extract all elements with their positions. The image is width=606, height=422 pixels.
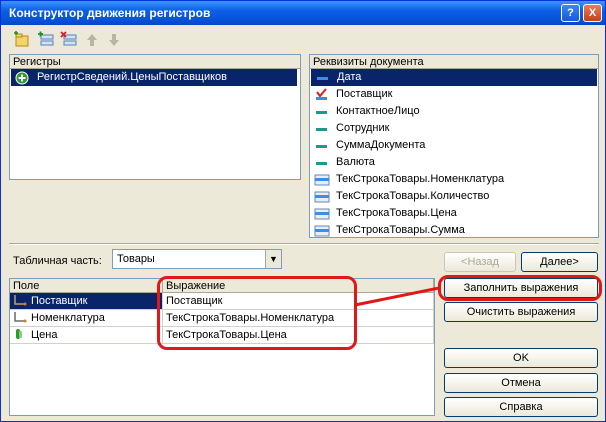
attribute-label: КонтактноеЛицо xyxy=(336,105,420,117)
chevron-down-icon[interactable]: ▼ xyxy=(265,250,281,268)
add-register-icon[interactable] xyxy=(13,31,31,49)
fill-expressions-button[interactable]: Заполнить выражения xyxy=(444,278,598,298)
table-attribute-icon xyxy=(314,224,330,238)
attribute-label: Сотрудник xyxy=(336,122,390,134)
register-movement-dialog: Конструктор движения регистров ? X Регис… xyxy=(0,0,606,422)
attribute-label: ТекСтрокаТовары.Номенклатура xyxy=(336,173,505,185)
attribute-label: ТекСтрокаТовары.Количество xyxy=(336,190,490,202)
window-title: Конструктор движения регистров xyxy=(9,6,211,20)
back-button[interactable]: <Назад xyxy=(444,252,516,272)
attribute-item[interactable]: СуммаДокумента xyxy=(310,137,598,154)
attribute-icon xyxy=(314,139,330,153)
move-down-icon[interactable] xyxy=(105,31,123,49)
attribute-icon xyxy=(314,122,330,136)
attribute-icon xyxy=(314,156,330,170)
expression-label: Поставщик xyxy=(166,295,223,307)
register-item[interactable]: РегистрСведений.ЦеныПоставщиков xyxy=(11,69,297,86)
table-attribute-icon xyxy=(314,207,330,221)
expression-label: ТекСтрокаТовары.Цена xyxy=(166,329,287,341)
table-attribute-icon xyxy=(314,190,330,204)
register-plus-icon xyxy=(15,71,31,85)
field-label: Поставщик xyxy=(31,295,88,307)
attribute-item[interactable]: ТекСтрокаТовары.Цена xyxy=(310,205,598,222)
dimension-icon xyxy=(13,294,27,306)
doc-attributes-header: Реквизиты документа xyxy=(310,55,598,69)
tabular-part-value: Товары xyxy=(117,253,155,265)
column-header-field[interactable]: Поле xyxy=(10,279,163,293)
table-attribute-icon xyxy=(314,173,330,187)
attribute-item[interactable]: КонтактноеЛицо xyxy=(310,103,598,120)
attribute-icon xyxy=(315,71,331,85)
attribute-item[interactable]: ТекСтрокаТовары.Сумма xyxy=(310,222,598,238)
attribute-label: ТекСтрокаТовары.Сумма xyxy=(336,224,465,236)
help-title-button[interactable]: ? xyxy=(561,4,580,22)
field-cell[interactable]: Номенклатура xyxy=(10,310,163,327)
expression-cell[interactable]: ТекСтрокаТовары.Номенклатура xyxy=(163,310,434,327)
attribute-item[interactable]: Поставщик xyxy=(310,86,598,103)
expression-cell[interactable]: ТекСтрокаТовары.Цена xyxy=(163,327,434,344)
tabular-part-label: Табличная часть: xyxy=(13,255,102,267)
dimension-icon xyxy=(13,311,27,323)
doc-attributes-panel: Реквизиты документа Дата Поставщик Конта… xyxy=(309,54,599,238)
move-up-icon[interactable] xyxy=(83,31,101,49)
attribute-label: ТекСтрокаТовары.Цена xyxy=(336,207,457,219)
clear-expressions-button[interactable]: Очистить выражения xyxy=(444,302,598,322)
attribute-icon xyxy=(314,105,330,119)
ok-button[interactable]: OK xyxy=(444,348,598,368)
field-label: Цена xyxy=(31,329,58,341)
attribute-label: СуммаДокумента xyxy=(336,139,426,151)
field-cell[interactable]: Цена xyxy=(10,327,163,344)
field-label: Номенклатура xyxy=(31,312,105,324)
next-button[interactable]: Далее> xyxy=(521,252,598,272)
registers-panel: Регистры РегистрСведений.ЦеныПоставщиков xyxy=(9,54,301,180)
attribute-item[interactable]: Сотрудник xyxy=(310,120,598,137)
close-title-button[interactable]: X xyxy=(583,4,602,22)
checked-attribute-icon xyxy=(314,87,330,102)
registers-header: Регистры xyxy=(10,55,300,69)
attribute-label: Валюта xyxy=(336,156,375,168)
register-item-label: РегистрСведений.ЦеныПоставщиков xyxy=(37,71,228,83)
field-cell[interactable]: Поставщик xyxy=(10,293,163,310)
resource-icon xyxy=(13,328,27,340)
attribute-item[interactable]: ТекСтрокаТовары.Номенклатура xyxy=(310,171,598,188)
attribute-item[interactable]: ТекСтрокаТовары.Количество xyxy=(310,188,598,205)
cancel-button[interactable]: Отмена xyxy=(444,373,598,393)
attribute-item[interactable]: Дата xyxy=(311,69,597,86)
separator xyxy=(9,243,599,245)
tabular-part-select[interactable]: Товары ▼ xyxy=(112,249,282,269)
attribute-label: Поставщик xyxy=(336,88,393,100)
help-button[interactable]: Справка xyxy=(444,397,598,417)
attribute-item[interactable]: Валюта xyxy=(310,154,598,171)
add-row-icon[interactable] xyxy=(37,31,55,49)
delete-icon[interactable] xyxy=(60,31,78,49)
attribute-label: Дата xyxy=(337,71,362,83)
annotation-connector xyxy=(354,286,440,307)
expression-label: ТекСтрокаТовары.Номенклатура xyxy=(166,312,335,324)
title-bar: Конструктор движения регистров ? X xyxy=(1,1,605,25)
